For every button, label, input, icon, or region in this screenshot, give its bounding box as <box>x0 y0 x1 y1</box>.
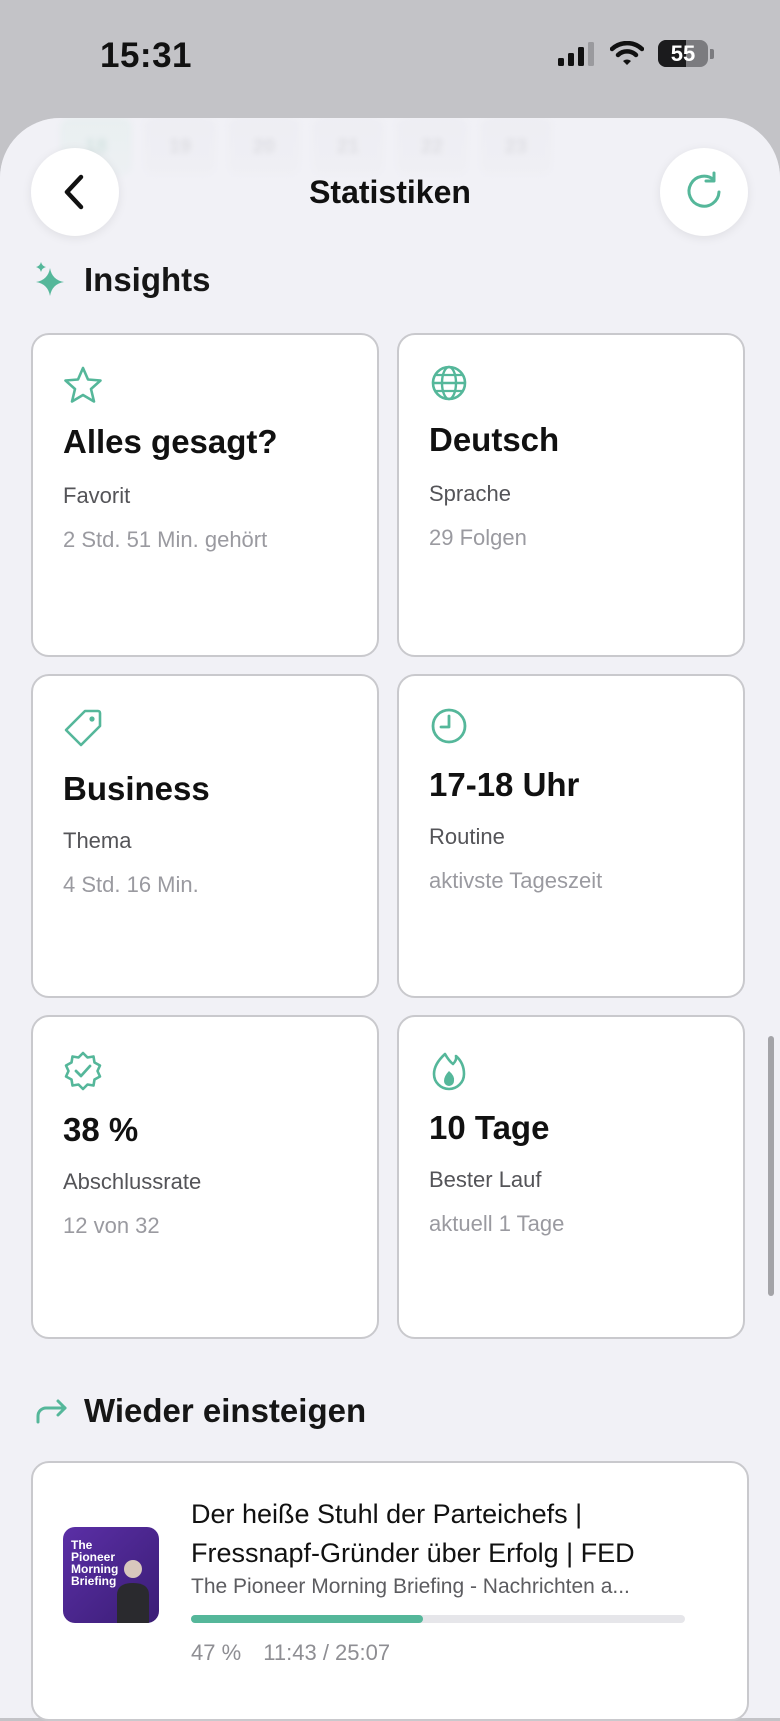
host-portrait-icon <box>117 1560 149 1623</box>
resume-episode-card[interactable]: The Pioneer Morning Briefing Der heiße S… <box>31 1461 749 1721</box>
insight-value: Deutsch <box>429 421 560 458</box>
insight-card-language[interactable]: Deutsch Sprache 29 Folgen <box>397 333 745 657</box>
verified-badge-icon <box>64 1051 102 1091</box>
forward-arrow-icon <box>36 1399 67 1424</box>
insight-label: Bester Lauf <box>429 1167 542 1192</box>
cellular-signal-icon <box>558 41 594 66</box>
insight-detail: aktuell 1 Tage <box>429 1211 565 1236</box>
flame-icon <box>432 1052 466 1091</box>
insight-value: Business <box>63 770 210 807</box>
podcast-cover: The Pioneer Morning Briefing <box>63 1527 159 1623</box>
resume-header: Wieder einsteigen <box>34 1392 366 1430</box>
battery-indicator: 55 <box>658 40 708 67</box>
insight-value: 38 % <box>63 1111 139 1148</box>
playback-progress-bar <box>191 1615 685 1623</box>
episode-title: Der heiße Stuhl der Parteichefs | Fressn… <box>191 1499 635 1568</box>
insight-card-favorite[interactable]: Alles gesagt? Favorit 2 Std. 51 Min. geh… <box>31 333 379 657</box>
episode-meta: 47 % 11:43 / 25:07 <box>191 1640 390 1666</box>
resume-title: Wieder einsteigen <box>84 1392 367 1429</box>
insight-detail: 2 Std. 51 Min. gehört <box>63 527 268 552</box>
insight-value: 17-18 Uhr <box>429 766 580 803</box>
status-time: 15:31 <box>100 36 193 75</box>
insight-card-topic[interactable]: Business Thema 4 Std. 16 Min. <box>31 674 379 998</box>
insight-label: Routine <box>429 824 505 849</box>
progress-percent: 47 % <box>191 1640 242 1665</box>
insight-card-best-streak[interactable]: 10 Tage Bester Lauf aktuell 1 Tage <box>397 1015 745 1339</box>
globe-icon <box>431 365 467 401</box>
insights-title: Insights <box>84 261 211 298</box>
insight-value: Alles gesagt? <box>63 423 278 460</box>
tag-icon <box>64 709 102 747</box>
insight-card-routine[interactable]: 17-18 Uhr Routine aktivste Tageszeit <box>397 674 745 998</box>
status-bar: 15:31 55 <box>0 0 780 110</box>
wifi-icon <box>610 41 644 65</box>
insights-header: Insights <box>34 260 211 300</box>
insight-detail: 12 von 32 <box>63 1213 160 1238</box>
refresh-button[interactable] <box>660 148 748 236</box>
sparkles-icon <box>36 262 64 296</box>
insight-label: Favorit <box>63 483 131 508</box>
show-name: The Pioneer Morning Briefing - Nachricht… <box>191 1575 630 1598</box>
scrollbar[interactable] <box>768 1036 774 1296</box>
playback-time: 11:43 / 25:07 <box>263 1640 391 1665</box>
star-icon <box>64 366 102 403</box>
clock-icon <box>431 708 467 744</box>
playback-progress-fill <box>191 1615 424 1623</box>
status-icons: 55 <box>558 40 714 67</box>
insight-detail: 4 Std. 16 Min. <box>63 872 199 897</box>
insight-label: Abschlussrate <box>63 1169 202 1194</box>
insight-card-completion-rate[interactable]: 38 % Abschlussrate 12 von 32 <box>31 1015 379 1339</box>
insight-value: 10 Tage <box>429 1109 550 1146</box>
insight-detail: aktivste Tageszeit <box>429 868 603 893</box>
battery-level: 55 <box>670 41 696 66</box>
insight-label: Thema <box>63 828 132 853</box>
refresh-icon <box>687 171 721 208</box>
insight-detail: 29 Folgen <box>429 525 527 550</box>
battery-tip <box>710 48 714 59</box>
insight-label: Sprache <box>429 481 511 506</box>
